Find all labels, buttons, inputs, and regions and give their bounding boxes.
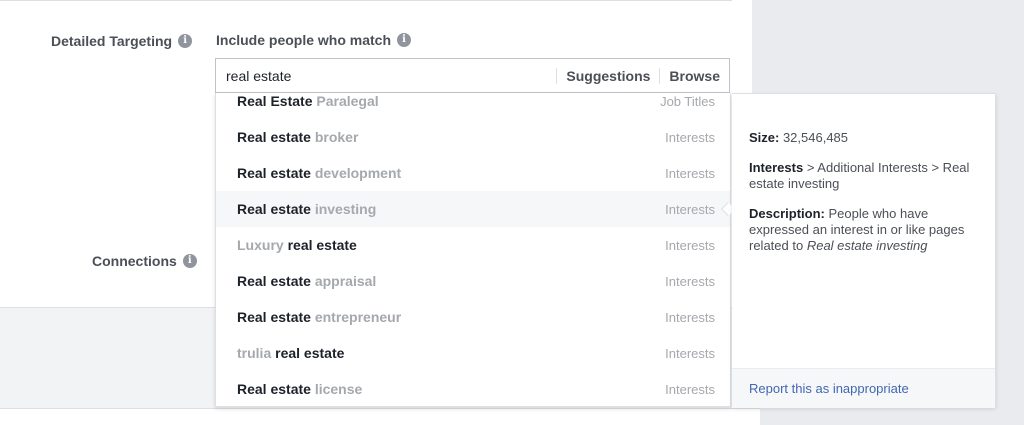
suggestion-category: Interests xyxy=(665,129,715,145)
suggestion-match: Real estate xyxy=(237,381,311,397)
suggestion-match: Real Estate xyxy=(237,93,313,109)
suggestion-category: Interests xyxy=(665,201,715,217)
suggestion-suffix: investing xyxy=(310,201,377,217)
size-label: Size: xyxy=(749,130,780,145)
interest-description: Description: People who have expressed a… xyxy=(749,206,977,254)
suggestion-match: real estate xyxy=(287,237,357,253)
suggestion-suffix: appraisal xyxy=(310,273,377,289)
include-people-text: Include people who match xyxy=(216,32,392,48)
info-icon[interactable]: i xyxy=(178,34,193,48)
suggestion-title: Real Estate Paralegal xyxy=(237,93,379,109)
suggestion-suffix: entrepreneur xyxy=(310,309,402,325)
interest-path: Interests > Additional Interests > Real … xyxy=(749,160,977,192)
description-italic: Real estate investing xyxy=(806,238,928,253)
next-section-card xyxy=(0,408,760,425)
suggestion-item[interactable]: Real estate broker Interests xyxy=(216,119,730,155)
suggestion-item[interactable]: Luxury real estate Interests xyxy=(216,227,730,263)
suggestion-category: Interests xyxy=(665,237,715,253)
suggestion-category: Interests xyxy=(665,165,715,181)
suggestion-suffix: license xyxy=(310,381,363,397)
audience-detail-card: Size: 32,546,485 Interests > Additional … xyxy=(732,93,996,408)
suggestions-list: Real Estate Paralegal Job Titles Real esta… xyxy=(216,93,730,406)
suggestion-item[interactable]: Real estate entrepreneur Interests xyxy=(216,299,730,335)
suggestion-match: Real estate xyxy=(237,201,311,217)
suggestion-item[interactable]: Real estate license Interests xyxy=(216,371,730,406)
report-inappropriate-link[interactable]: Report this as inappropriate xyxy=(749,381,909,396)
suggestions-button[interactable]: Suggestions xyxy=(557,68,659,84)
size-value: 32,546,485 xyxy=(779,130,849,145)
suggestion-title: Real estate license xyxy=(237,381,362,397)
targeting-search-input[interactable] xyxy=(216,59,557,92)
detailed-targeting-text: Detailed Targeting xyxy=(51,33,173,49)
suggestions-dropdown: Real Estate Paralegal Job Titles Real esta… xyxy=(215,93,731,407)
suggestion-category: Job Titles xyxy=(660,93,715,109)
suggestion-item[interactable]: trulia real estate Interests xyxy=(216,335,730,371)
suggestion-prefix: trulia xyxy=(237,345,276,361)
suggestion-category: Interests xyxy=(665,345,715,361)
audience-size: Size: 32,546,485 xyxy=(749,130,977,146)
detail-body: Size: 32,546,485 Interests > Additional … xyxy=(749,130,977,254)
suggestion-title: Real estate investing xyxy=(237,201,376,217)
info-icon[interactable]: i xyxy=(397,33,412,47)
suggestion-title: Real estate development xyxy=(237,165,401,181)
connections-text: Connections xyxy=(92,253,177,269)
suggestion-match: real estate xyxy=(275,345,345,361)
suggestion-suffix: broker xyxy=(310,129,359,145)
connections-label: Connections i xyxy=(92,253,197,269)
suggestion-title: Luxury real estate xyxy=(237,237,357,253)
suggestion-title: Real estate appraisal xyxy=(237,273,376,289)
suggestion-title: Real estate entrepreneur xyxy=(237,309,401,325)
suggestion-title: trulia real estate xyxy=(237,345,344,361)
info-icon[interactable]: i xyxy=(182,254,197,268)
description-label: Description: xyxy=(749,206,825,221)
suggestion-category: Interests xyxy=(665,381,715,397)
suggestion-match: Real estate xyxy=(237,309,311,325)
suggestion-suffix: Paralegal xyxy=(312,93,379,109)
browse-button[interactable]: Browse xyxy=(660,68,729,84)
suggestion-match: Real estate xyxy=(237,129,311,145)
suggestion-item[interactable]: Real estate investing Interests xyxy=(216,191,730,227)
suggestion-prefix: Luxury xyxy=(237,237,288,253)
suggestion-match: Real estate xyxy=(237,165,311,181)
include-people-label: Include people who match i xyxy=(216,32,412,48)
suggestion-item[interactable]: Real Estate Paralegal Job Titles xyxy=(216,93,730,119)
suggestion-item[interactable]: Real estate appraisal Interests xyxy=(216,263,730,299)
suggestion-item[interactable]: Real estate development Interests xyxy=(216,155,730,191)
detail-footer: Report this as inappropriate xyxy=(732,368,995,408)
suggestion-suffix: development xyxy=(310,165,402,181)
panel-divider-top xyxy=(0,0,732,1)
detailed-targeting-label: Detailed Targeting i xyxy=(51,33,193,49)
suggestion-match: Real estate xyxy=(237,273,311,289)
suggestion-title: Real estate broker xyxy=(237,129,358,145)
path-head: Interests xyxy=(749,160,804,175)
suggestion-category: Interests xyxy=(665,309,715,325)
targeting-search-box: Suggestions Browse xyxy=(215,58,730,93)
suggestion-category: Interests xyxy=(665,273,715,289)
